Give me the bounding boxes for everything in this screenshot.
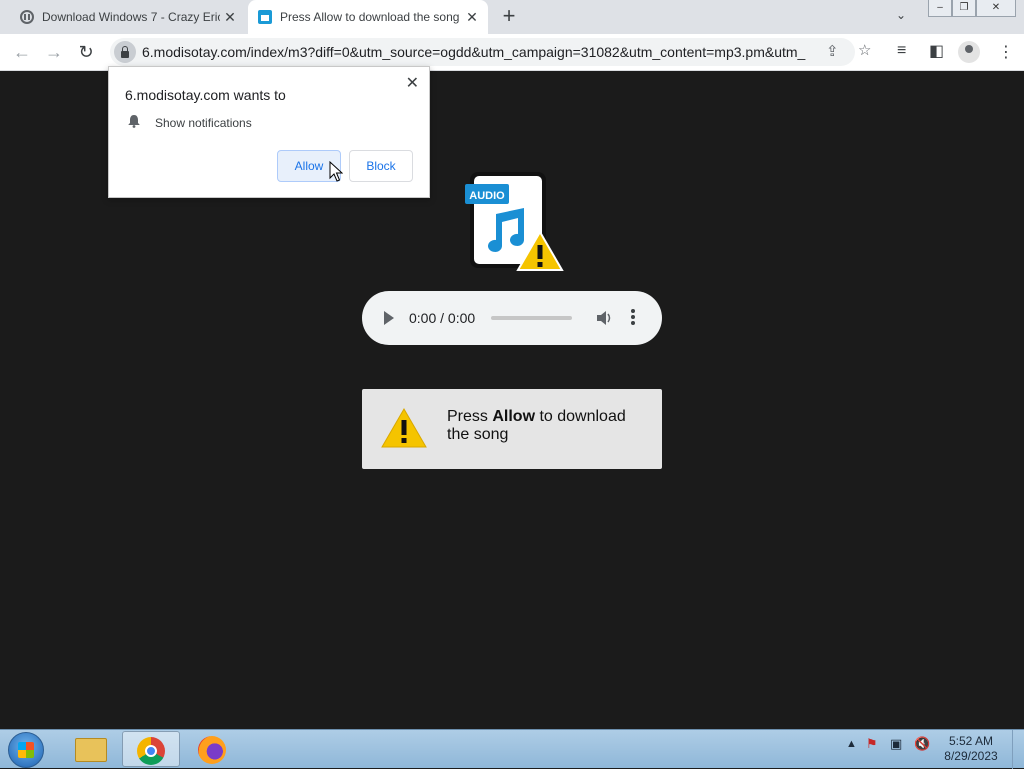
taskbar-chrome[interactable]	[122, 731, 180, 767]
forward-arrow-icon[interactable]: →	[42, 40, 66, 64]
site-favicon-icon	[258, 10, 272, 24]
share-icon[interactable]: ⇪	[826, 42, 839, 60]
instruction-text: Press Allow to download the song	[447, 408, 626, 443]
tab-strip: Download Windows 7 - Crazy Eric ✕ Press …	[0, 0, 1024, 34]
start-button[interactable]	[8, 732, 44, 768]
seek-slider[interactable]	[491, 316, 572, 320]
menu-kebab-icon[interactable]: ⋮	[998, 42, 1014, 62]
close-tab-icon[interactable]: ✕	[462, 9, 482, 26]
bell-icon	[128, 115, 140, 128]
clock-time: 5:52 AM	[948, 734, 994, 748]
close-tab-icon[interactable]: ✕	[220, 9, 240, 26]
play-icon[interactable]	[384, 311, 394, 325]
new-tab-button[interactable]: +	[498, 5, 520, 27]
permission-label: Show notifications	[155, 116, 252, 130]
action-center-flag-icon[interactable]: ⚑	[866, 736, 878, 752]
mouse-cursor-icon	[329, 161, 343, 182]
player-time: 0:00 / 0:00	[409, 310, 476, 326]
close-window-button[interactable]: ✕	[976, 0, 1016, 17]
address-bar[interactable]: 6.modisotay.com/index/m3?diff=0&utm_sour…	[110, 38, 871, 66]
reload-icon[interactable]: ↻	[74, 40, 98, 64]
pause-circle-icon	[20, 10, 34, 24]
warning-icon	[381, 408, 427, 448]
taskbar-firefox[interactable]	[184, 731, 242, 767]
side-panel-icon[interactable]: ◧	[929, 41, 944, 61]
tab-download-windows[interactable]: Download Windows 7 - Crazy Eric ✕	[10, 0, 246, 34]
minimize-button[interactable]: –	[928, 0, 952, 17]
audio-file-warning-icon: AUDIO	[465, 172, 564, 271]
system-clock[interactable]: 5:52 AM 8/29/2023	[940, 734, 1002, 764]
profile-avatar-icon[interactable]	[958, 41, 980, 63]
block-button[interactable]: Block	[349, 150, 413, 182]
volume-icon[interactable]	[596, 309, 612, 327]
volume-muted-icon[interactable]: 🔇	[914, 736, 930, 752]
show-desktop-button[interactable]	[1012, 730, 1024, 769]
bookmark-star-icon[interactable]: ☆	[858, 41, 871, 59]
tab-search-chevron-icon[interactable]: ⌄	[896, 8, 906, 22]
audio-badge-label: AUDIO	[469, 190, 505, 202]
network-icon[interactable]: ▣	[890, 736, 902, 752]
restore-button[interactable]: ❐	[952, 0, 976, 17]
popup-heading: 6.modisotay.com wants to	[125, 87, 286, 103]
firefox-icon	[198, 736, 226, 764]
url-text[interactable]: 6.modisotay.com/index/m3?diff=0&utm_sour…	[142, 44, 812, 60]
folder-icon	[75, 738, 107, 762]
show-hidden-icons-icon[interactable]: ▲	[846, 738, 857, 750]
media-controls-icon[interactable]: ≡	[897, 42, 906, 60]
instruction-bold: Allow	[492, 408, 536, 425]
chrome-icon	[137, 737, 165, 765]
close-icon[interactable]: ✕	[406, 73, 419, 93]
more-options-icon[interactable]	[631, 309, 635, 327]
clock-date: 8/29/2023	[944, 749, 998, 763]
audio-player: 0:00 / 0:00	[362, 291, 662, 345]
tab-title: Download Windows 7 - Crazy Eric	[42, 10, 220, 24]
windows-taskbar: ▲ ⚑ ▣ 🔇 5:52 AM 8/29/2023	[0, 729, 1024, 769]
taskbar-file-explorer[interactable]	[62, 731, 120, 767]
notification-permission-popup: 6.modisotay.com wants to ✕ Show notifica…	[108, 66, 430, 198]
tab-title: Press Allow to download the song	[280, 10, 460, 24]
back-arrow-icon[interactable]: ←	[10, 40, 34, 64]
instruction-box: Press Allow to download the song	[362, 389, 662, 469]
tab-press-allow[interactable]: Press Allow to download the song ✕	[248, 0, 488, 34]
lock-icon[interactable]	[114, 41, 136, 63]
